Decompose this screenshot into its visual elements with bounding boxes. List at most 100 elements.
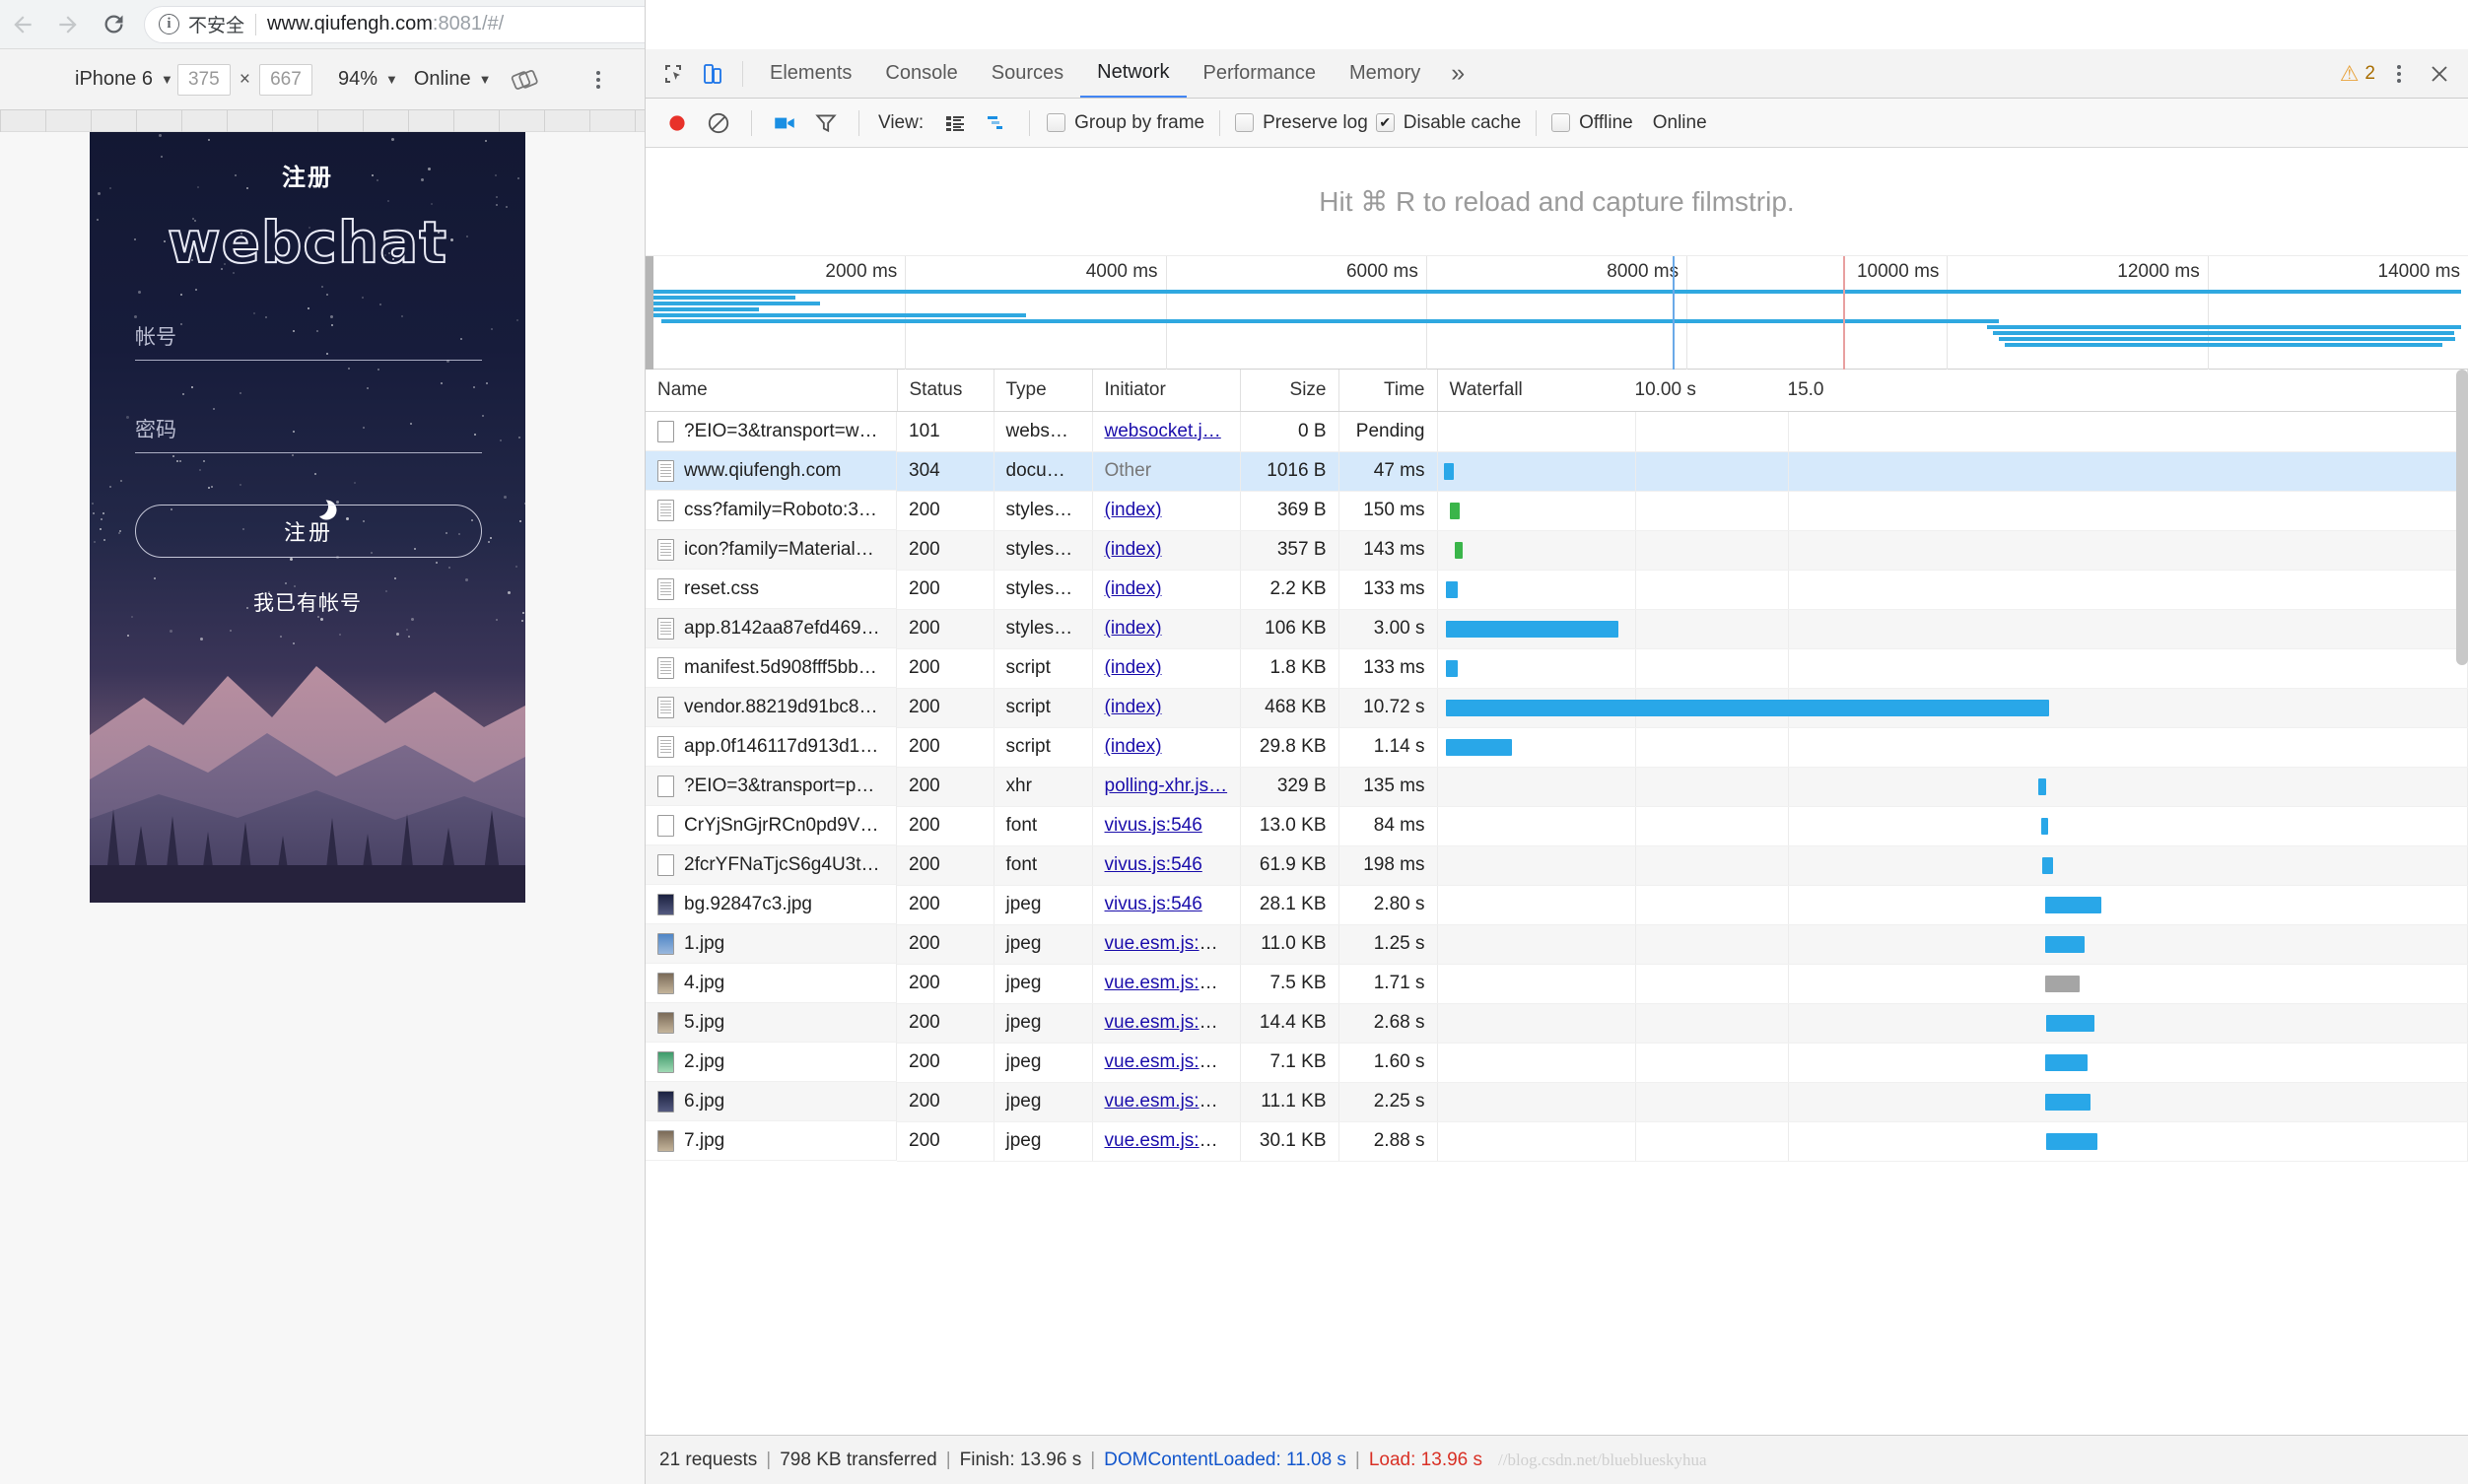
rotate-device-icon[interactable] [510,65,539,95]
initiator-link[interactable]: vivus.js:546 [1105,894,1202,914]
table-row[interactable]: ?EIO=3&transport=webso… 101webs… websocket… [646,411,2468,452]
table-row[interactable]: www.qiufengh.com 304 docu… Other 1016 B 47 ms [646,451,2468,492]
cell-initiator[interactable]: (index) [1092,688,1241,728]
account-field[interactable]: 帐号 [135,321,482,361]
column-header-initiator[interactable]: Initiator [1092,370,1241,412]
cell-initiator[interactable]: vue.esm.js:4… [1092,1003,1241,1044]
cell-name[interactable]: 5.jpg [646,1003,897,1043]
initiator-link[interactable]: vue.esm.js:4… [1105,1130,1229,1151]
cell-name[interactable]: icon?family=Material+Icons [646,530,897,570]
checkbox-box[interactable] [1047,113,1066,132]
info-circle-icon[interactable]: i [159,14,179,34]
initiator-link[interactable]: (index) [1105,657,1162,678]
cell-name[interactable]: www.qiufengh.com [646,451,897,491]
warning-badge[interactable]: ⚠ 2 [2340,61,2379,87]
throttle-value[interactable]: Online [1653,112,1707,134]
cell-initiator[interactable]: vue.esm.js:4… [1092,1121,1241,1162]
cell-name[interactable]: ?EIO=3&transport=polling… [646,767,897,806]
cell-initiator[interactable]: vue.esm.js:4… [1092,964,1241,1004]
cell-initiator[interactable]: (index) [1092,727,1241,768]
cell-name[interactable]: 2fcrYFNaTjcS6g4U3t-Y5R… [646,845,897,885]
overview-window-end[interactable] [1843,256,1845,370]
cell-name[interactable]: 7.jpg [646,1121,897,1161]
table-row[interactable]: 1.jpg 200 jpeg vue.esm.js:4… 11.0 KB 1.25 s [646,924,2468,965]
tab-sources[interactable]: Sources [975,50,1080,98]
cell-initiator[interactable]: Other [1092,451,1241,492]
cell-name[interactable]: CrYjSnGjrRCn0pd9VQsnF… [646,806,897,845]
table-row[interactable]: reset.css 200 styles… (index) 2.2 KB 133 ms [646,570,2468,610]
cell-initiator[interactable]: (index) [1092,570,1241,610]
table-row[interactable]: 2.jpg 200 jpeg vue.esm.js:4… 7.1 KB 1.60 s [646,1043,2468,1083]
table-row[interactable]: app.0f146117d913d1ef89f… 200script (index)… [646,727,2468,768]
table-row[interactable]: ?EIO=3&transport=polling… 200xhr polling-x… [646,767,2468,807]
column-header-time[interactable]: Time [1338,370,1438,412]
table-row[interactable]: app.8142aa87efd46922c8… 200styles… (index)… [646,609,2468,649]
device-height-input[interactable]: 667 [258,63,312,96]
initiator-link[interactable]: vue.esm.js:4… [1105,973,1229,993]
cell-name[interactable]: 6.jpg [646,1082,897,1121]
network-table-container[interactable]: Name Status Type Initiator Size Time Wat… [646,370,2468,1435]
table-row[interactable]: 7.jpg 200 jpeg vue.esm.js:4… 30.1 KB 2.88 s [646,1121,2468,1162]
cell-initiator[interactable]: (index) [1092,609,1241,649]
column-header-status[interactable]: Status [897,370,994,412]
table-row[interactable]: manifest.5d908fff5bb11f6… 200script (index… [646,648,2468,689]
initiator-link[interactable]: polling-xhr.js… [1105,776,1228,796]
table-row[interactable]: vendor.88219d91bc8050c… 200script (index) 4… [646,688,2468,728]
tab-performance[interactable]: Performance [1187,50,1334,98]
forward-arrow-icon[interactable] [45,2,91,47]
checkbox-box[interactable] [1551,113,1571,132]
back-arrow-icon[interactable] [0,2,45,47]
password-field[interactable]: 密码 [135,414,482,453]
cell-name[interactable]: css?family=Roboto:300,4… [646,491,897,530]
inspect-element-icon[interactable] [653,55,693,93]
reload-icon[interactable] [91,2,136,47]
initiator-link[interactable]: (index) [1105,500,1162,520]
clear-network-log-icon[interactable] [699,103,738,143]
initiator-link[interactable]: vue.esm.js:4… [1105,1012,1229,1033]
have-account-link[interactable]: 我已有帐号 [90,587,525,617]
initiator-link[interactable]: vivus.js:546 [1105,854,1202,875]
checkbox-box[interactable] [1235,113,1255,132]
cell-initiator[interactable]: (index) [1092,648,1241,689]
zoom-selector[interactable]: 94% ▼ [338,68,398,91]
checkbox-disable-cache[interactable]: ✔ Disable cache [1375,112,1521,134]
cell-name[interactable]: app.0f146117d913d1ef89f… [646,727,897,767]
tab-console[interactable]: Console [868,50,974,98]
cell-initiator[interactable]: vivus.js:546 [1092,845,1241,886]
cell-initiator[interactable]: vivus.js:546 [1092,885,1241,925]
throttling-selector[interactable]: Online ▼ [414,68,492,91]
table-row[interactable]: CrYjSnGjrRCn0pd9VQsnF… 200font vivus.js:54… [646,806,2468,846]
initiator-link[interactable]: vivus.js:546 [1105,815,1202,836]
device-more-options-icon[interactable] [579,58,618,101]
initiator-link[interactable]: vue.esm.js:4… [1105,933,1229,954]
initiator-link[interactable]: vue.esm.js:4… [1105,1051,1229,1072]
table-row[interactable]: bg.92847c3.jpg 200 jpeg vivus.js:546 28.1 KB… [646,885,2468,925]
initiator-link[interactable]: (index) [1105,578,1162,599]
capture-screenshots-icon[interactable] [765,103,804,143]
cell-initiator[interactable]: vue.esm.js:4… [1092,1082,1241,1122]
devtools-close-icon[interactable] [2419,54,2460,94]
cell-initiator[interactable]: polling-xhr.js… [1092,767,1241,807]
initiator-link[interactable]: vue.esm.js:4… [1105,1091,1229,1112]
table-row[interactable]: css?family=Roboto:300,4… 200styles… (index… [646,491,2468,531]
checkbox-offline[interactable]: Offline [1551,112,1633,134]
cell-initiator[interactable]: vue.esm.js:4… [1092,1043,1241,1083]
cell-name[interactable]: manifest.5d908fff5bb11f6… [646,648,897,688]
table-row[interactable]: icon?family=Material+Icons 200styles… (ind… [646,530,2468,571]
view-waterfall-icon[interactable] [977,103,1016,143]
tab-network[interactable]: Network [1080,50,1187,98]
cell-initiator[interactable]: vivus.js:546 [1092,806,1241,846]
initiator-link[interactable]: websocket.j… [1105,421,1221,441]
cell-name[interactable]: ?EIO=3&transport=webso… [646,412,897,451]
column-header-size[interactable]: Size [1240,370,1339,412]
initiator-link[interactable]: (index) [1105,736,1162,757]
table-row[interactable]: 4.jpg 200 jpeg vue.esm.js:4… 7.5 KB 1.71 s [646,964,2468,1004]
tab-memory[interactable]: Memory [1333,50,1437,98]
cell-name[interactable]: 4.jpg [646,964,897,1003]
cell-name[interactable]: 1.jpg [646,924,897,964]
table-row[interactable]: 6.jpg 200 jpeg vue.esm.js:4… 11.1 KB 2.25 s [646,1082,2468,1122]
table-scrollbar[interactable] [2456,370,2468,665]
initiator-link[interactable]: (index) [1105,618,1162,639]
filter-funnel-icon[interactable] [806,103,846,143]
overview-window-start[interactable] [1673,256,1675,370]
